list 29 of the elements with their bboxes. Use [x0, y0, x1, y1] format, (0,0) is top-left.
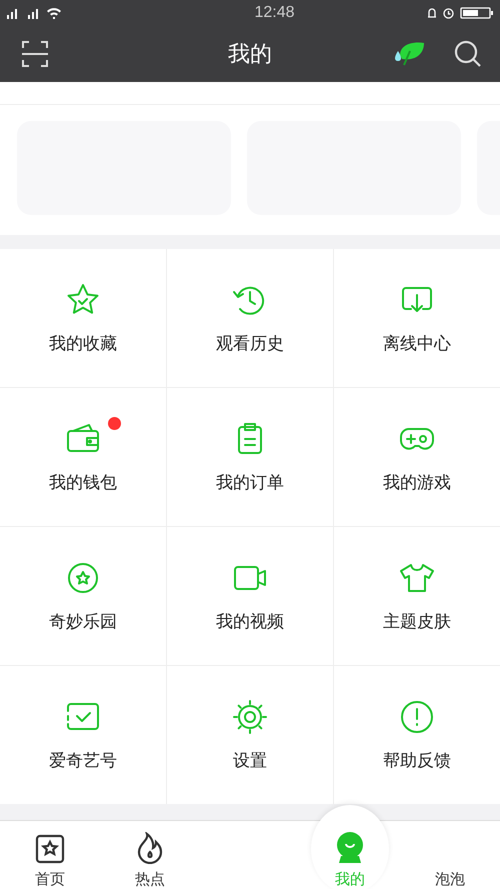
nav-tab[interactable]: 首页 [27, 828, 73, 889]
wifi-icon [46, 7, 62, 19]
clock-time: 12:48 [253, 4, 295, 22]
flame-icon [135, 832, 165, 864]
menu-item[interactable]: 我的钱包 [0, 388, 166, 526]
signal-icon [6, 6, 40, 20]
menu-item[interactable]: 我的视频 [167, 527, 333, 665]
menu-item[interactable]: 爱奇艺号 [0, 666, 166, 804]
menu-item[interactable]: 离线中心 [334, 249, 500, 387]
page-title: 我的 [228, 41, 272, 69]
nav-tab[interactable]: 热点 [127, 826, 173, 889]
scan-button[interactable] [20, 39, 50, 69]
mascot-icon [335, 832, 365, 864]
help-icon [399, 698, 435, 734]
menu-item[interactable]: 观看历史 [167, 249, 333, 387]
menu-item[interactable]: 主题皮肤 [334, 527, 500, 665]
bell-icon [426, 7, 437, 19]
nav-tab[interactable]: 泡泡 [427, 864, 473, 889]
star-box-icon [35, 834, 65, 864]
menu-item[interactable]: 帮助反馈 [334, 666, 500, 804]
settings-icon [232, 698, 268, 734]
alarm-icon [442, 8, 454, 18]
menu-item[interactable]: 奇妙乐园 [0, 527, 166, 665]
menu-item[interactable]: 设置 [167, 666, 333, 804]
menu-item[interactable]: 我的游戏 [334, 388, 500, 526]
leaf-icon[interactable] [392, 41, 426, 67]
battery-icon [460, 7, 494, 19]
menu-item[interactable]: 我的订单 [167, 388, 333, 526]
menu-item[interactable]: 我的收藏 [0, 249, 166, 387]
